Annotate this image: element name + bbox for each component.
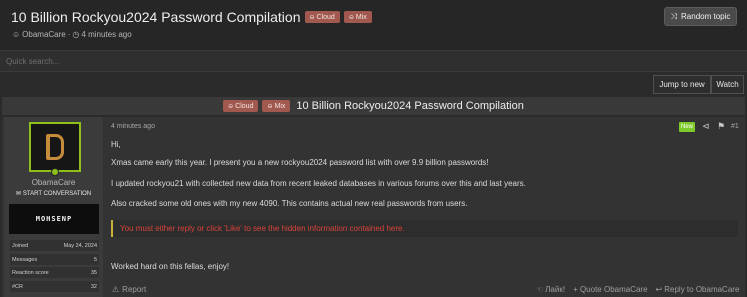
reply-label: Reply to ObamaCare <box>664 285 740 294</box>
quick-search-input[interactable]: Quick search... <box>0 50 747 72</box>
stat-label: Joined <box>12 242 29 249</box>
tag-icon: ⊖ <box>348 14 354 21</box>
reply-button[interactable]: ↩ Reply to ObamaCare <box>656 285 740 294</box>
stat-label: Reaction score <box>12 269 49 276</box>
tag-icon: ⊖ <box>267 103 273 110</box>
tag-label: Cloud <box>235 102 254 110</box>
quote-button[interactable]: + Quote ObamaCare <box>573 285 647 294</box>
bookmark-icon[interactable]: ⚑ <box>717 121 725 132</box>
stat-joined: Joined May 24, 2024 <box>10 240 99 251</box>
start-conversation-label: START CONVERSATION <box>22 190 92 197</box>
post-text-line: Xmas came early this year. I present you… <box>111 158 489 167</box>
report-link[interactable]: ⚠ Report <box>112 285 146 294</box>
stat-cr: #CR 32 <box>10 281 99 292</box>
post-timestamp[interactable]: 4 minutes ago <box>111 123 155 130</box>
stat-label: Messages <box>12 256 38 263</box>
thread-age: 4 minutes ago <box>81 30 132 39</box>
tag-mix[interactable]: ⊖ Mix <box>343 11 372 23</box>
stat-value: May 24, 2024 <box>63 242 97 249</box>
tag-cloud[interactable]: ⊖ Cloud <box>304 11 340 23</box>
stat-label: #CR <box>12 283 24 290</box>
author-link[interactable]: ObamaCare <box>22 30 66 39</box>
post-thread-title: 10 Billion Rockyou2024 Password Compilat… <box>296 100 524 112</box>
post-text-line: Also cracked some old ones with my new 4… <box>111 199 468 208</box>
post-text-line: I updated rockyou21 with collected new d… <box>111 179 526 188</box>
stat-value: 35 <box>90 269 97 276</box>
username[interactable]: ObamaCare <box>4 178 103 187</box>
new-badge: New <box>679 122 695 132</box>
tag-icon: ⊖ <box>228 103 234 110</box>
thread-title: 10 Billion Rockyou2024 Password Compilat… <box>11 9 301 25</box>
like-button[interactable]: ☜ Лайк! <box>536 285 565 294</box>
start-conversation-button[interactable]: ✉ START CONVERSATION <box>4 188 103 199</box>
clock-icon: ◷ <box>72 30 80 39</box>
online-indicator-icon <box>51 168 59 176</box>
shuffle-icon: ⤨ <box>670 11 678 21</box>
post-text-line: Worked hard on this fellas, enjoy! <box>111 262 230 271</box>
report-label: Report <box>122 285 147 294</box>
tag-cloud[interactable]: ⊖ Cloud <box>223 100 259 112</box>
post-footer-actions: ☜ Лайк! + Quote ObamaCare ↩ Reply to Obama… <box>536 285 739 294</box>
warning-icon: ⚠ <box>112 285 120 294</box>
thread-actions: Jump to new Watch <box>0 72 747 97</box>
stat-value: 5 <box>93 256 97 263</box>
user-banner: MOHSENP <box>9 204 99 234</box>
random-topic-label: Random topic <box>681 12 731 21</box>
stat-value: 32 <box>90 283 97 290</box>
share-icon[interactable]: ⊲ <box>702 121 710 132</box>
jump-to-new-button[interactable]: Jump to new <box>653 75 711 94</box>
tag-label: Mix <box>355 13 367 21</box>
avatar-logo-icon <box>46 134 64 160</box>
separator: · <box>67 30 71 39</box>
post-number[interactable]: #1 <box>731 123 739 130</box>
tag-icon: ⊖ <box>309 14 315 21</box>
tag-mix[interactable]: ⊖ Mix <box>262 100 291 112</box>
title-row: 10 Billion Rockyou2024 Password Compilat… <box>11 9 372 25</box>
random-topic-button[interactable]: ⤨ Random topic <box>664 7 737 26</box>
tag-label: Cloud <box>316 13 335 21</box>
thread-header: 10 Billion Rockyou2024 Password Compilat… <box>0 0 747 50</box>
stat-messages: Messages 5 <box>10 254 99 265</box>
envelope-icon: ✉ <box>15 191 21 197</box>
user-icon: ☺ <box>12 30 21 39</box>
avatar[interactable] <box>29 122 81 172</box>
reply-icon: ↩ <box>655 285 663 294</box>
post-text-line: Hi, <box>111 140 121 149</box>
watch-button[interactable]: Watch <box>711 75 744 94</box>
like-label: Лайк! <box>545 285 566 294</box>
stat-reaction-score: Reaction score 35 <box>10 267 99 278</box>
hidden-content-notice: You must either reply or click 'Like' to… <box>111 220 738 237</box>
tag-label: Mix <box>274 102 286 110</box>
thread-meta: ☺ ObamaCare · ◷ 4 minutes ago <box>12 30 132 39</box>
like-icon: ☜ <box>536 285 544 294</box>
post-thread-heading: ⊖ Cloud ⊖ Mix 10 Billion Rockyou2024 Passw… <box>2 97 745 115</box>
